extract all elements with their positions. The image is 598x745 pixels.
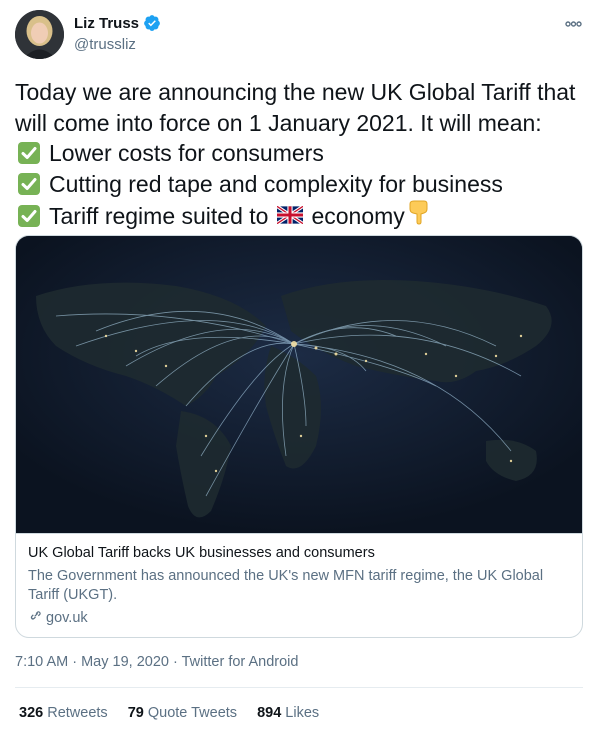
tweet-bullet: Tariff regime suited to economy (15, 199, 585, 233)
likes-label: Likes (285, 705, 320, 721)
check-mark-icon (18, 204, 40, 227)
card-body[interactable]: UK Global Tariff backs UK businesses and… (16, 533, 582, 637)
tweet-line: Today we are announcing the new UK Globa… (15, 79, 576, 105)
author-handle[interactable]: @trussliz (74, 36, 136, 53)
author-name[interactable]: Liz Truss (74, 15, 139, 32)
card-description: The Government has announced the UK's ne… (28, 568, 544, 603)
likes-count: 894 (257, 705, 282, 721)
meta-separator: · (72, 654, 82, 670)
tweet-line: will come into force on 1 January 2021. … (15, 109, 542, 136)
tweet-date[interactable]: May 19, 2020 (81, 654, 169, 670)
link-card[interactable]: UK Global Tariff backs UK businesses and… (15, 235, 583, 638)
likes-stat[interactable]: 894 Likes (257, 705, 319, 721)
tweet-bullet: Cutting red tape and complexity for busi… (15, 169, 585, 200)
card-title[interactable]: UK Global Tariff backs UK businesses and… (28, 545, 375, 561)
quote-tweets-label: Quote Tweets (147, 705, 238, 721)
quote-tweets-count: 79 (127, 705, 144, 721)
tweet-bullet: Lower costs for consumers (15, 138, 585, 169)
retweets-label: Retweets (47, 705, 108, 721)
uk-flag-icon (276, 201, 305, 232)
check-mark-icon (18, 142, 40, 165)
verified-badge-icon (143, 14, 161, 32)
bullet-text: Lower costs for consumers (49, 140, 324, 166)
tweet-stats: 326 Retweets 79 Quote Tweets 894 Likes (19, 705, 339, 721)
meta-separator: · (173, 654, 182, 670)
bullet-text: Tariff regime suited to (49, 202, 269, 229)
retweets-count: 326 (19, 705, 44, 721)
check-mark-icon (18, 172, 40, 195)
more-options-icon[interactable] (560, 14, 586, 34)
card-domain-text[interactable]: gov.uk (46, 610, 88, 626)
divider (15, 687, 583, 688)
tweet-source[interactable]: Twitter for Android (182, 654, 299, 670)
bullet-text: Cutting red tape and complexity for busi… (49, 170, 503, 197)
link-icon (28, 608, 43, 627)
avatar[interactable] (15, 10, 64, 59)
author-name-row[interactable]: Liz Truss (74, 14, 161, 32)
tweet-metadata: 7:10 AM · May 19, 2020 · Twitter for And… (15, 654, 298, 670)
pointing-down-hand-icon (407, 199, 431, 233)
tweet-text: Today we are announcing the new UK Globa… (15, 77, 585, 233)
card-image-world-map[interactable] (16, 236, 582, 533)
card-domain[interactable]: gov.uk (28, 608, 88, 627)
retweets-stat[interactable]: 326 Retweets (19, 705, 108, 721)
tweet-time[interactable]: 7:10 AM (15, 654, 68, 670)
quote-tweets-stat[interactable]: 79 Quote Tweets (128, 705, 237, 721)
bullet-text: economy (311, 202, 405, 229)
